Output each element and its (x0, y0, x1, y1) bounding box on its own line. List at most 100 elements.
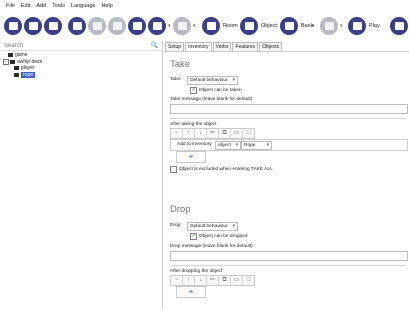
cut-icon[interactable]: ✂ (207, 276, 219, 285)
collapse-icon[interactable]: − (3, 58, 9, 65)
tree-item-label: rope (21, 71, 36, 78)
paste-icon[interactable]: ▭ (231, 129, 243, 138)
tree-item-label: player (21, 65, 35, 72)
object-node-icon (14, 72, 19, 77)
open-icon (28, 22, 38, 30)
redo-icon (177, 22, 187, 30)
code-view-icon[interactable]: □ (243, 129, 254, 138)
tab-strip: Setup Inventory Verbs Features Objects (164, 41, 409, 52)
can-be-dropped-label: Object can be dropped (199, 234, 248, 239)
take-message-input[interactable] (170, 104, 408, 114)
tree-item-label: awhip deck (17, 58, 43, 65)
can-be-dropped-checkbox[interactable]: Object can be dropped (190, 233, 248, 240)
undo-dropdown-icon[interactable]: ▾ (168, 23, 171, 29)
paste-button[interactable] (108, 17, 126, 35)
cut-icon (72, 22, 82, 30)
object-node-icon (14, 66, 19, 71)
drop-behaviour-select[interactable]: Default behaviour ▾ (187, 222, 238, 231)
add-object-button[interactable]: Object (240, 17, 277, 35)
forward-button[interactable] (320, 17, 338, 35)
delete-icon (132, 22, 142, 30)
copy-button[interactable] (88, 17, 106, 35)
tab-objects[interactable]: Objects (259, 42, 283, 51)
cut-icon[interactable]: ✂ (207, 129, 219, 138)
drop-script-toolbar: − ↑ ↓ ✂ ⧉ ▭ □ (170, 275, 255, 286)
copy-icon[interactable]: ⧉ (219, 129, 231, 138)
arrow-up-icon[interactable]: ↑ (183, 276, 195, 285)
redo-dropdown-icon[interactable]: ▾ (193, 23, 196, 29)
object-type-select[interactable]: object ▾ (215, 141, 241, 150)
can-be-taken-label: Object can be taken (199, 88, 242, 93)
code-view-icon[interactable]: □ (243, 276, 254, 285)
after-taking-label: After taking the object (170, 122, 217, 127)
back-button[interactable]: Back (280, 17, 313, 35)
play-button[interactable]: Play (348, 17, 380, 35)
drop-section: Drop Drop: Default behaviour ▾ Object ca… (170, 199, 408, 307)
object-label: Object (261, 23, 277, 29)
menu-help[interactable]: Help (101, 3, 112, 9)
cut-button[interactable] (68, 17, 86, 35)
tree-item-rope[interactable]: rope (0, 71, 162, 79)
add-to-inventory-label: Add to inventory (177, 142, 212, 147)
add-room-button[interactable]: Room (202, 17, 238, 35)
new-icon (8, 22, 18, 30)
delete-button[interactable] (128, 17, 146, 35)
left-pane: 🔍 game − awhip deck player rope (0, 41, 163, 309)
tab-inventory[interactable]: Inventory (185, 42, 212, 51)
redo-button[interactable] (173, 17, 191, 35)
new-game-button[interactable] (4, 17, 22, 35)
search-input[interactable] (4, 42, 124, 49)
undo-button[interactable] (148, 17, 166, 35)
search-icon[interactable]: 🔍 (151, 42, 158, 49)
menu-file[interactable]: File (6, 3, 15, 9)
open-button[interactable] (24, 17, 42, 35)
exclude-take-all-checkbox[interactable]: Object is excluded when entering TAKE AL… (170, 166, 273, 173)
object-icon (240, 17, 258, 35)
forward-arrow-icon (324, 22, 334, 30)
minus-icon[interactable]: − (171, 129, 183, 138)
undo-icon (152, 22, 162, 30)
target-object-select[interactable]: Rope ▾ (241, 141, 272, 150)
chevron-down-icon: ▾ (235, 143, 238, 148)
can-be-taken-checkbox[interactable]: Object can be taken (190, 87, 242, 94)
script-line[interactable]: Add to inventory object ▾ Rope ▾ (170, 139, 408, 151)
toolbar: ▾ ▾ Room Object Back ▾ ▾ Play (0, 11, 409, 41)
add-script-button[interactable]: + (176, 286, 206, 298)
chevron-down-icon: ▾ (232, 78, 235, 83)
divider (170, 118, 406, 119)
drop-message-input[interactable] (170, 251, 408, 261)
menu-add[interactable]: Add (36, 3, 46, 9)
take-section: Take Take: Default behaviour ▾ Object ca… (170, 55, 408, 195)
take-behaviour-select[interactable]: Default behaviour ▾ (187, 76, 238, 85)
tree-item-label: game (15, 52, 28, 59)
copy-icon[interactable]: ⧉ (219, 276, 231, 285)
arrow-down-icon[interactable]: ↓ (195, 276, 207, 285)
stop-button[interactable] (390, 17, 408, 35)
save-icon (48, 22, 58, 30)
forward-dropdown-icon[interactable]: ▾ (340, 23, 343, 29)
drop-heading: Drop (170, 204, 191, 215)
save-button[interactable] (44, 17, 62, 35)
tab-setup[interactable]: Setup (165, 42, 185, 51)
menu-edit[interactable]: Edit (21, 3, 30, 9)
back-arrow-icon (280, 17, 298, 35)
tab-features[interactable]: Features (232, 42, 259, 51)
target-object-value: Rope (244, 143, 256, 148)
tab-verbs[interactable]: Verbs (212, 42, 232, 51)
menu-tools[interactable]: Tools (52, 3, 65, 9)
back-dropdown-icon[interactable]: ▾ (312, 23, 315, 29)
minus-icon[interactable]: − (171, 276, 183, 285)
play-label: Play (369, 23, 380, 29)
add-script-button[interactable]: + (176, 151, 206, 163)
take-label: Take: (170, 77, 182, 82)
after-dropping-label: After dropping the object (170, 269, 223, 274)
checkbox-unchecked-icon (170, 166, 177, 173)
chevron-down-icon: ▾ (232, 224, 235, 229)
menu-language[interactable]: Language (71, 3, 95, 9)
menu-bar: File Edit Add Tools Language Help (0, 0, 409, 11)
paste-icon[interactable]: ▭ (231, 276, 243, 285)
take-message-label: Take message (leave blank for default) (170, 97, 253, 102)
arrow-down-icon[interactable]: ↓ (195, 129, 207, 138)
exclude-take-all-label: Object is excluded when entering TAKE AL… (179, 167, 273, 172)
arrow-up-icon[interactable]: ↑ (183, 129, 195, 138)
